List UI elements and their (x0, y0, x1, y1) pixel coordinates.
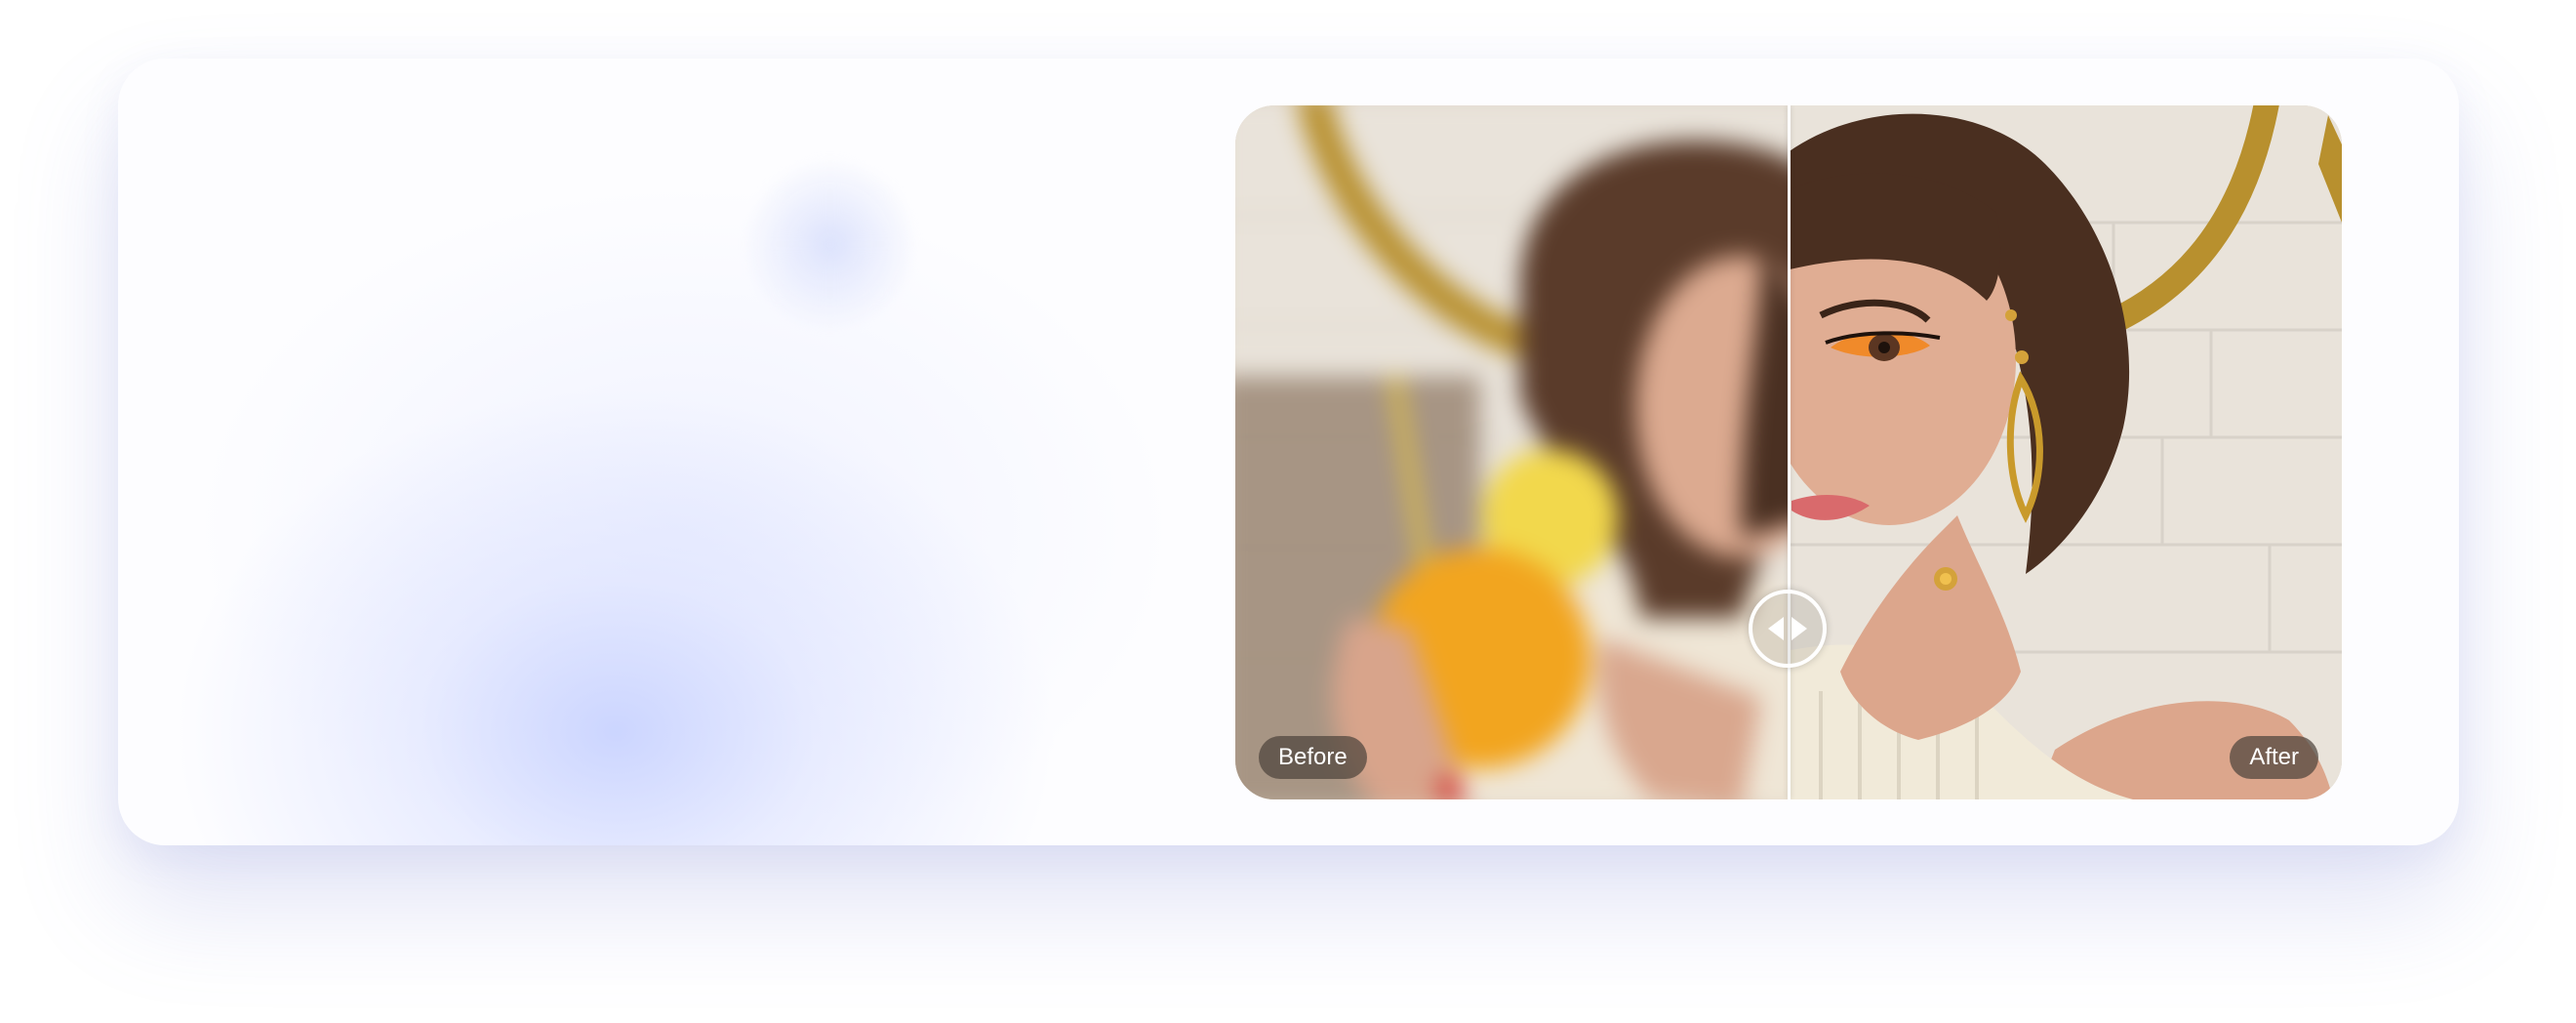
left-right-arrows-icon (1768, 617, 1807, 640)
comparison-slider-handle[interactable] (1749, 590, 1827, 668)
after-image-clip (1789, 105, 2342, 799)
after-image (1789, 105, 2342, 799)
comparison-divider (1788, 105, 1791, 799)
after-label: After (2230, 736, 2318, 779)
before-after-comparison[interactable]: Before After (1235, 105, 2342, 799)
background-glow-dot (743, 156, 918, 332)
before-label: Before (1259, 736, 1367, 779)
